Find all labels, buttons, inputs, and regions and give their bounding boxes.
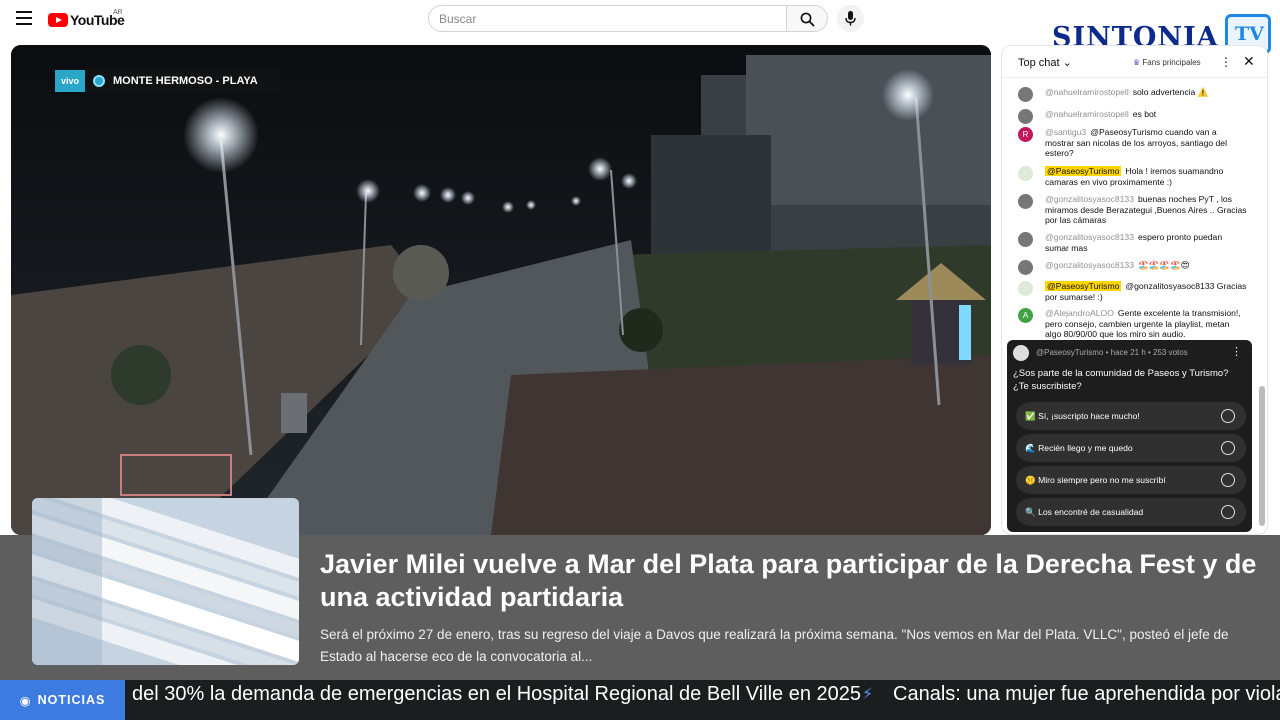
avatar[interactable] <box>1018 109 1033 124</box>
more-options-icon[interactable]: ⋮ <box>1231 345 1242 358</box>
avatar[interactable] <box>1018 194 1033 209</box>
radio-button[interactable] <box>1221 505 1235 519</box>
chat-message: @PaseosyTurismo Hola ! iremos suamandno c… <box>1018 166 1248 187</box>
chat-message: @gonzalitosyasoc8133 espero pronto puedan… <box>1018 232 1248 253</box>
poll-option-label: ✅ Sí, ¡suscripto hace mucho! <box>1025 411 1140 421</box>
live-badge: vivo <box>55 70 86 92</box>
chat-message: @PaseosyTurismo @gonzalitosyasoc8133 Grac… <box>1018 281 1248 302</box>
message-author[interactable]: @santigu3 <box>1045 127 1086 137</box>
voice-search-button[interactable] <box>837 5 864 32</box>
poll-question: ¿Sos parte de la comunidad de Paseos y T… <box>1013 368 1229 392</box>
avatar[interactable]: R <box>1018 127 1033 142</box>
chat-header: Top chat ⌄ ♛ Fans principales ⋮ ✕ <box>1002 46 1267 78</box>
fans-filter[interactable]: ♛ Fans principales <box>1133 58 1201 67</box>
live-location-badge: vivo MONTE HERMOSO - PLAYA <box>55 70 280 92</box>
search-icon <box>800 12 815 27</box>
mic-icon <box>845 11 856 26</box>
message-author[interactable]: @AlejandroALOO <box>1045 308 1114 318</box>
avatar[interactable] <box>1018 166 1033 181</box>
chat-message: @gonzalitosyasoc8133 🏖️🏖️🏖️🏖️😍 <box>1018 260 1248 275</box>
chat-message: @nahuelramirostopell es bot <box>1018 109 1248 124</box>
poll-meta: @PaseosyTurismo • hace 21 h • 253 votos <box>1036 348 1188 357</box>
poll-option[interactable]: 🤫 Miro siempre pero no me suscribí <box>1016 466 1246 494</box>
close-icon[interactable]: ✕ <box>1243 53 1255 70</box>
more-options-icon[interactable]: ⋮ <box>1220 55 1232 69</box>
avatar[interactable] <box>1018 232 1033 247</box>
radio-button[interactable] <box>1221 409 1235 423</box>
poll-option-label: 🤫 Miro siempre pero no me suscribí <box>1025 475 1166 485</box>
country-code: AR <box>113 9 123 16</box>
crown-icon: ♛ <box>1133 58 1141 67</box>
chevron-down-icon: ⌄ <box>1062 57 1072 69</box>
message-author[interactable]: @gonzalitosyasoc8133 <box>1045 194 1134 204</box>
message-author[interactable]: @nahuelramirostopell <box>1045 87 1129 97</box>
poll-option[interactable]: 🌊 Recién llego y me quedo <box>1016 434 1246 462</box>
message-author[interactable]: @nahuelramirostopell <box>1045 109 1129 119</box>
chat-message: @gonzalitosyasoc8133 buenas noches PyT , … <box>1018 194 1248 226</box>
hamburger-icon[interactable] <box>16 11 32 25</box>
poll-option[interactable]: 🔍 Los encontré de casualidad <box>1016 498 1246 526</box>
radio-button[interactable] <box>1221 441 1235 455</box>
news-headline[interactable]: Javier Milei vuelve a Mar del Plata para… <box>320 548 1260 614</box>
youtube-play-icon <box>48 13 68 27</box>
ticker-separator-icon: ⚡ <box>862 686 874 703</box>
poll-card: @PaseosyTurismo • hace 21 h • 253 votos … <box>1007 340 1252 532</box>
avatar[interactable] <box>1018 281 1033 296</box>
chat-scrollbar[interactable] <box>1259 386 1265 526</box>
avatar <box>1013 345 1029 361</box>
live-camera-scene <box>11 45 991 535</box>
news-description: Será el próximo 27 de enero, tras su reg… <box>320 627 1229 664</box>
video-player[interactable]: vivo MONTE HERMOSO - PLAYA <box>11 45 991 535</box>
radio-button[interactable] <box>1221 473 1235 487</box>
message-text: es bot <box>1132 109 1157 119</box>
avatar[interactable] <box>1018 260 1033 275</box>
message-author[interactable]: @gonzalitosyasoc8133 <box>1045 232 1134 242</box>
ticker-label: ◉ NOTICIAS <box>0 680 125 720</box>
fans-filter-label: Fans principales <box>1142 58 1201 67</box>
message-author[interactable]: @gonzalitosyasoc8133 <box>1045 260 1134 270</box>
avatar[interactable] <box>1018 87 1033 102</box>
owner-author-badge[interactable]: @PaseosyTurismo <box>1045 281 1122 291</box>
ticker-label-text: NOTICIAS <box>37 693 106 707</box>
search-button[interactable] <box>786 5 828 32</box>
ticker-item[interactable]: Canals: una mujer fue aprehendida por vi… <box>893 683 1280 706</box>
tv-badge-text: TV <box>1235 23 1264 45</box>
avatar[interactable]: A <box>1018 308 1033 323</box>
search-input[interactable] <box>428 5 787 32</box>
location-label: MONTE HERMOSO - PLAYA <box>113 75 258 87</box>
ticker-item[interactable]: del 30% la demanda de emergencias en el … <box>132 683 861 706</box>
chat-mode-dropdown[interactable]: Top chat ⌄ <box>1018 56 1072 69</box>
message-text: 🏖️🏖️🏖️🏖️😍 <box>1138 260 1190 270</box>
location-pin-icon <box>93 75 106 87</box>
chat-message: R @santigu3 @PaseosyTurismo cuando van a … <box>1018 127 1248 159</box>
chat-mode-label: Top chat <box>1018 57 1060 69</box>
news-thumbnail <box>32 498 299 665</box>
poll-option-label: 🔍 Los encontré de casualidad <box>1025 507 1144 517</box>
message-text: solo advertencia ⚠️ <box>1132 87 1209 97</box>
chat-message: @nahuelramirostopell solo advertencia ⚠️ <box>1018 87 1248 102</box>
poll-option-label: 🌊 Recién llego y me quedo <box>1025 443 1133 453</box>
newspapers-image <box>32 498 299 665</box>
news-ticker: del 30% la demanda de emergencias en el … <box>0 680 1280 720</box>
poll-option[interactable]: ✅ Sí, ¡suscripto hace mucho! <box>1016 402 1246 430</box>
broadcast-icon: ◉ <box>19 693 32 708</box>
chat-message: A @AlejandroALOO Gente excelente la trans… <box>1018 308 1248 340</box>
owner-author-badge[interactable]: @PaseosyTurismo <box>1045 166 1122 176</box>
